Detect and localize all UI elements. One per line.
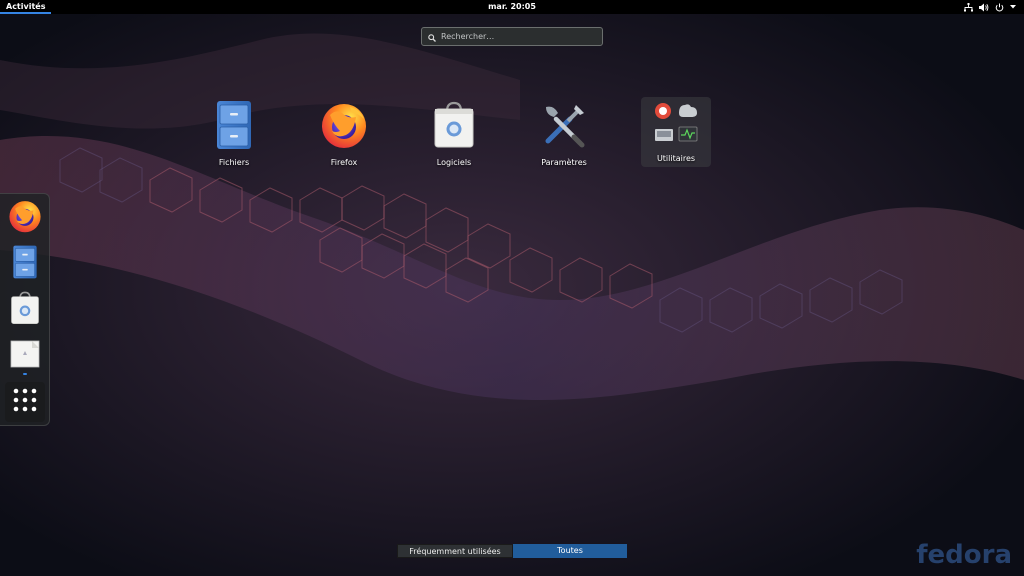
top-bar: Activités mar. 20:05: [0, 0, 1024, 14]
folder-icon: [653, 101, 699, 149]
dash: [0, 193, 50, 426]
app-folder-utilitaires[interactable]: Utilitaires: [641, 97, 711, 167]
document-viewer-icon: [10, 339, 40, 373]
dash-item-logiciels[interactable]: [5, 290, 45, 330]
power-icon: [995, 3, 1004, 12]
show-applications-button[interactable]: [5, 382, 45, 422]
app-label: Logiciels: [436, 158, 472, 167]
fedora-watermark: fedora: [916, 540, 1012, 570]
app-label: Utilitaires: [656, 154, 696, 163]
activities-button[interactable]: Activités: [0, 0, 52, 14]
show-applications-icon: [13, 388, 37, 416]
system-status-menu[interactable]: [964, 0, 1016, 14]
app-view-switcher: Fréquemment utilisées Toutes: [397, 544, 627, 558]
tab-all[interactable]: Toutes: [513, 544, 627, 558]
firefox-icon: [320, 101, 368, 153]
network-icon: [964, 2, 973, 12]
app-logiciels[interactable]: Logiciels: [419, 97, 489, 167]
app-fichiers[interactable]: Fichiers: [199, 97, 269, 167]
search-entry[interactable]: [421, 27, 603, 46]
software-bag-icon: [433, 101, 475, 153]
app-label: Fichiers: [218, 158, 250, 167]
search-icon: [428, 27, 436, 46]
tab-frequent[interactable]: Fréquemment utilisées: [397, 544, 513, 558]
dash-item-firefox[interactable]: [5, 198, 45, 238]
clock-button[interactable]: mar. 20:05: [488, 2, 536, 11]
software-bag-icon: [10, 291, 40, 329]
app-firefox[interactable]: Firefox: [309, 97, 379, 167]
volume-icon: [979, 3, 989, 12]
running-indicator: [23, 373, 27, 375]
app-label: Firefox: [330, 158, 358, 167]
file-cabinet-icon: [12, 245, 38, 283]
app-parametres[interactable]: Paramètres: [529, 97, 599, 167]
chevron-down-icon: [1010, 5, 1016, 9]
firefox-icon: [8, 199, 42, 237]
app-label: Paramètres: [541, 158, 587, 167]
search-input[interactable]: [441, 32, 591, 41]
clock-area: mar. 20:05: [0, 0, 1024, 14]
tools-icon: [540, 101, 588, 153]
dash-item-fichiers[interactable]: [5, 244, 45, 284]
desktop-wallpaper: [0, 0, 1024, 576]
file-cabinet-icon: [215, 101, 253, 153]
dash-item-document-viewer[interactable]: [5, 336, 45, 376]
